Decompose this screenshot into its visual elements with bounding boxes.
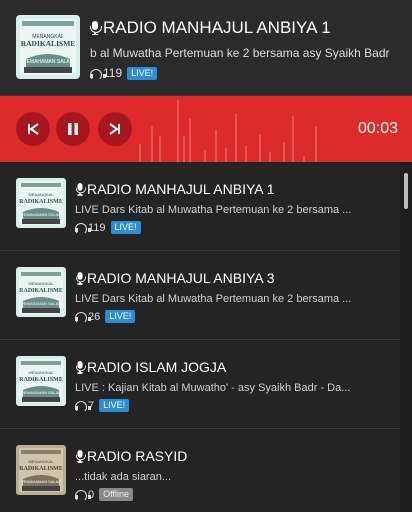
svg-text:MENANGKAL: MENANGKAL bbox=[28, 281, 54, 286]
station-artwork: MENANGKAL RADIKALISME PEMAHAMAN SALAF bbox=[16, 178, 66, 228]
station-title: RADIO ISLAM JOGJA bbox=[75, 359, 226, 375]
headphones-icon bbox=[75, 223, 91, 235]
station-list-item[interactable]: MENANGKAL RADIKALISME PEMAHAMAN SALAF RA… bbox=[0, 251, 400, 340]
microphone-icon bbox=[75, 271, 86, 285]
svg-text:MENANGKAL: MENANGKAL bbox=[28, 370, 54, 375]
now-playing-subtitle: b al Muwatha Pertemuan ke 2 bersama asy … bbox=[90, 46, 390, 60]
svg-text:MENANGKAL: MENANGKAL bbox=[28, 459, 54, 464]
station-title-text: RADIO RASYID bbox=[87, 448, 188, 464]
headphones-icon bbox=[75, 312, 91, 324]
offline-badge: Offline bbox=[99, 488, 133, 501]
svg-text:PEMAHAMAN SALAF: PEMAHAMAN SALAF bbox=[21, 212, 61, 217]
station-artwork: MENANGKAL RADIKALISME PEMAHAMAN SALAF bbox=[16, 267, 66, 317]
station-subtitle: LIVE Dars Kitab al Muwatha Pertemuan ke … bbox=[75, 204, 352, 216]
svg-text:RADIKALISME: RADIKALISME bbox=[19, 288, 63, 294]
station-meta: 119 LIVE! bbox=[75, 221, 141, 235]
svg-text:PEMAHAMAN SALAF: PEMAHAMAN SALAF bbox=[21, 301, 61, 306]
station-subtitle: LIVE Dars Kitab al Muwatha Pertemuan ke … bbox=[75, 293, 352, 305]
station-subtitle: ...tidak ada siaran... bbox=[75, 471, 171, 483]
station-list-item[interactable]: MENANGKAL RADIKALISME PEMAHAMAN SALAF RA… bbox=[0, 162, 400, 251]
station-list-item[interactable]: MENANGKAL RADIKALISME PEMAHAMAN SALAF RA… bbox=[0, 340, 400, 429]
microphone-icon bbox=[90, 20, 102, 36]
now-playing-panel[interactable]: MENANGKAL RADIKALISME PEMAHAMAN SALAF RA… bbox=[0, 0, 412, 96]
now-playing-artwork: MENANGKAL RADIKALISME PEMAHAMAN SALAF bbox=[16, 15, 80, 79]
artwork-text-3: PEMAHAMAN SALAF bbox=[23, 59, 72, 65]
live-badge: LIVE! bbox=[99, 399, 130, 412]
station-artwork: MENANGKAL RADIKALISME PEMAHAMAN SALAF bbox=[16, 356, 66, 406]
svg-text:RADIKALISME: RADIKALISME bbox=[19, 199, 63, 205]
now-playing-meta: 119 LIVE! bbox=[90, 66, 158, 81]
station-subtitle: LIVE : Kajian Kitab al Muwatho' - asy Sy… bbox=[75, 382, 351, 394]
station-title-text: RADIO MANHAJUL ANBIYA 1 bbox=[87, 181, 275, 197]
microphone-icon bbox=[75, 360, 86, 374]
station-title-text: RADIO ISLAM JOGJA bbox=[87, 359, 227, 375]
now-playing-title: RADIO MANHAJUL ANBIYA 1 bbox=[90, 18, 331, 38]
scrollbar-track[interactable] bbox=[400, 162, 412, 512]
station-list-item[interactable]: MENANGKAL RADIKALISME PEMAHAMAN SALAF RA… bbox=[0, 429, 400, 512]
skip-previous-icon bbox=[28, 123, 39, 135]
headphones-icon bbox=[75, 490, 91, 502]
station-title: RADIO MANHAJUL ANBIYA 1 bbox=[75, 181, 275, 197]
live-badge: LIVE! bbox=[127, 66, 158, 80]
station-meta: 26 LIVE! bbox=[75, 310, 136, 324]
station-meta: 7 LIVE! bbox=[75, 399, 130, 413]
skip-next-icon bbox=[109, 123, 120, 135]
microphone-icon bbox=[75, 182, 86, 196]
station-artwork: MENANGKAL RADIKALISME PEMAHAMAN SALAF bbox=[16, 445, 66, 495]
next-button[interactable] bbox=[98, 112, 132, 146]
svg-text:MENANGKAL: MENANGKAL bbox=[28, 192, 54, 197]
microphone-icon bbox=[75, 449, 86, 463]
headphones-icon bbox=[90, 68, 106, 81]
station-title: RADIO MANHAJUL ANBIYA 3 bbox=[75, 270, 275, 286]
station-title-text: RADIO MANHAJUL ANBIYA 3 bbox=[87, 270, 275, 286]
live-badge: LIVE! bbox=[110, 221, 141, 234]
pause-icon bbox=[68, 123, 78, 135]
playback-timer: 00:03 bbox=[357, 120, 398, 137]
now-playing-title-text: RADIO MANHAJUL ANBIYA 1 bbox=[103, 18, 331, 37]
svg-text:RADIKALISME: RADIKALISME bbox=[19, 377, 63, 383]
previous-button[interactable] bbox=[16, 112, 50, 146]
svg-text:RADIKALISME: RADIKALISME bbox=[19, 466, 63, 472]
svg-text:PEMAHAMAN SALAF: PEMAHAMAN SALAF bbox=[21, 390, 61, 395]
artwork-text-2: RADIKALISME bbox=[21, 39, 76, 48]
station-list: MENANGKAL RADIKALISME PEMAHAMAN SALAF RA… bbox=[0, 162, 412, 512]
headphones-icon bbox=[75, 401, 91, 413]
svg-text:PEMAHAMAN SALAF: PEMAHAMAN SALAF bbox=[21, 479, 61, 484]
radio-app: MENANGKAL RADIKALISME PEMAHAMAN SALAF RA… bbox=[0, 0, 412, 512]
live-badge: LIVE! bbox=[105, 310, 136, 323]
station-meta: 0 Offline bbox=[75, 488, 133, 502]
station-title: RADIO RASYID bbox=[75, 448, 187, 464]
pause-button[interactable] bbox=[56, 112, 90, 146]
scrollbar-thumb[interactable] bbox=[404, 173, 408, 209]
player-controls-bar: 00:03 bbox=[0, 96, 412, 162]
